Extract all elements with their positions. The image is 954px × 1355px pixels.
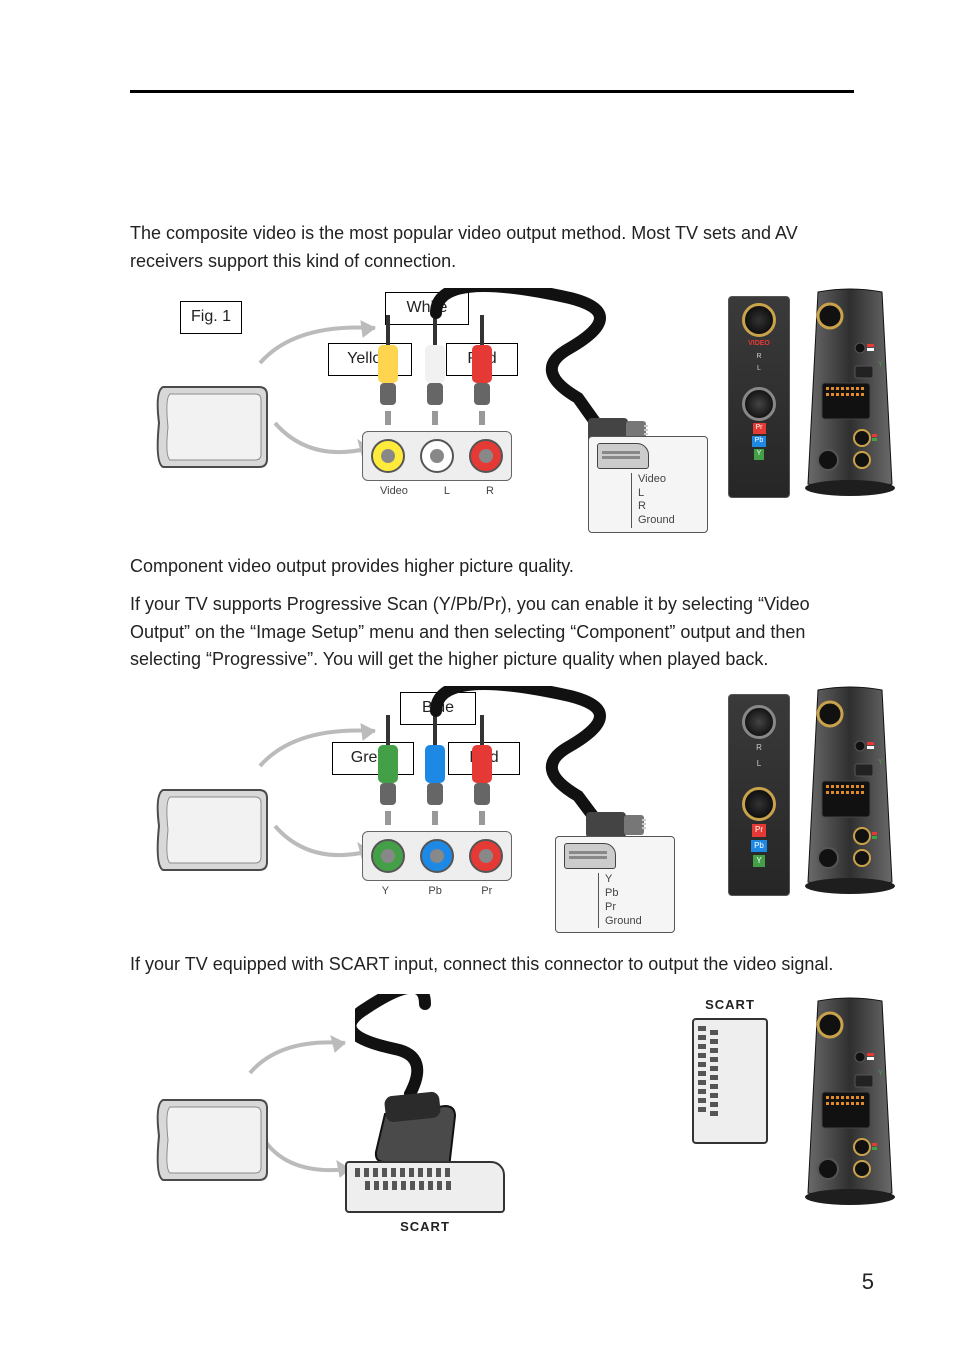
scart-receptacle: SCART bbox=[690, 995, 770, 1144]
back-panel-strip-icon: R L Pr Pb Y bbox=[728, 694, 790, 896]
port-label: Pb bbox=[751, 840, 767, 852]
device-rear-icon: Y bbox=[800, 997, 900, 1207]
rca-panel-icon: Y Pb Pr bbox=[362, 831, 512, 901]
svg-text:Y: Y bbox=[878, 759, 883, 766]
figure-component: Blue Green Red bbox=[150, 686, 870, 901]
port-label: L bbox=[757, 758, 761, 770]
device-rear-icon: Y bbox=[800, 288, 900, 498]
rca-plugs-icon bbox=[365, 315, 505, 425]
port-label: Y bbox=[753, 855, 764, 867]
page-content: The composite video is the most popular … bbox=[130, 220, 854, 1221]
rca-socket-label: L bbox=[444, 483, 450, 500]
port-label: Y bbox=[754, 449, 765, 460]
port-label: VIDEO bbox=[748, 339, 770, 350]
scart-paragraph: If your TV equipped with SCART input, co… bbox=[130, 951, 854, 979]
figure-composite: Fig. 1 White Yellow Red bbox=[150, 288, 870, 503]
connector-pinout: Video L R Ground bbox=[588, 436, 708, 533]
port-label: L bbox=[757, 364, 761, 375]
tv-icon bbox=[155, 786, 270, 876]
rca-socket-label: R bbox=[486, 483, 494, 500]
guide-arrow-icon bbox=[245, 1033, 355, 1083]
section-scart: If your TV equipped with SCART input, co… bbox=[130, 951, 854, 1221]
scart-panel-label: SCART bbox=[345, 1217, 505, 1237]
tv-icon bbox=[155, 1096, 270, 1186]
rca-socket-label: Y bbox=[382, 883, 389, 900]
horizontal-rule bbox=[130, 90, 854, 93]
pin-label: L bbox=[638, 487, 701, 501]
rca-socket-label: Video bbox=[380, 483, 408, 500]
section-composite: The composite video is the most popular … bbox=[130, 220, 854, 503]
port-label: R bbox=[756, 352, 761, 363]
pin-label: Y bbox=[605, 873, 668, 887]
rca-socket-label: Pr bbox=[481, 883, 492, 900]
connector-pinout: Y Pb Pr Ground bbox=[555, 836, 675, 933]
pin-label: Ground bbox=[605, 915, 668, 929]
rca-panel-icon: Video L R bbox=[362, 431, 512, 501]
scart-socket-panel: SCART bbox=[345, 1161, 505, 1237]
pin-label: Pb bbox=[605, 887, 668, 901]
pin-label: R bbox=[638, 500, 701, 514]
composite-paragraph: The composite video is the most popular … bbox=[130, 220, 854, 276]
pin-label: Ground bbox=[638, 514, 701, 528]
page-number: 5 bbox=[862, 1269, 874, 1295]
component-paragraph-2: If your TV supports Progressive Scan (Y/… bbox=[130, 591, 854, 675]
device-rear-icon: Y bbox=[800, 686, 900, 896]
rca-socket-label: Pb bbox=[428, 883, 441, 900]
port-label: Pb bbox=[752, 436, 767, 447]
component-paragraph-1: Component video output provides higher p… bbox=[130, 553, 854, 581]
rca-plugs-icon bbox=[365, 715, 505, 825]
figure-scart: SCART SCART bbox=[150, 991, 870, 1221]
port-label: Pr bbox=[752, 824, 766, 836]
tv-icon bbox=[155, 383, 270, 473]
scart-panel-label: SCART bbox=[690, 995, 770, 1015]
port-label: R bbox=[756, 742, 762, 754]
back-panel-strip-icon: VIDEO R L Pr Pb Y bbox=[728, 296, 790, 498]
section-component: Component video output provides higher p… bbox=[130, 553, 854, 902]
pin-label: Pr bbox=[605, 901, 668, 915]
port-label: Pr bbox=[753, 423, 766, 434]
figure-label: Fig. 1 bbox=[180, 301, 242, 334]
svg-text:Y: Y bbox=[878, 1070, 883, 1077]
pin-label: Video bbox=[638, 473, 701, 487]
svg-text:Y: Y bbox=[878, 361, 883, 368]
